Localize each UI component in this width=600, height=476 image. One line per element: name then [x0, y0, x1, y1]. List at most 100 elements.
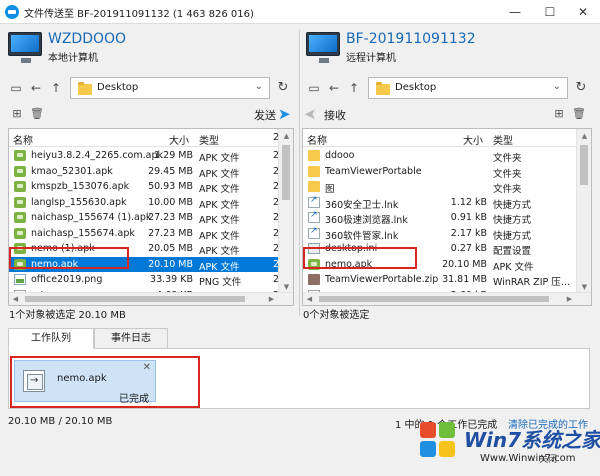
scroll-thumb[interactable]	[282, 145, 290, 200]
trash-icon[interactable]: 🗑	[30, 107, 44, 121]
file-name: langlsp_155630.apk	[31, 196, 127, 208]
up-arrow-icon[interactable]: ↑	[48, 79, 64, 97]
img-file-icon	[14, 274, 26, 285]
table-row[interactable]: kmao_52301.apk 29.45 MB APK 文件 2	[9, 164, 293, 180]
back-arrow-icon[interactable]: ←	[326, 79, 342, 97]
file-name: TeamViewerPortable	[325, 165, 422, 177]
file-name: office2019.png	[31, 274, 103, 285]
trash-icon[interactable]: 🗑	[572, 107, 586, 121]
table-row[interactable]: TeamViewerPortable 文件夹	[303, 164, 591, 180]
table-row[interactable]: desktop.ini 0.27 kB 配置设置	[303, 241, 591, 257]
receive-button[interactable]: 接收	[324, 107, 346, 123]
file-type: WinRAR ZIP 压…	[493, 277, 571, 288]
folder-file-icon	[308, 181, 320, 192]
file-name: kmao_52301.apk	[31, 165, 113, 177]
file-size: 1.29 MB	[154, 150, 193, 161]
scroll-up-icon[interactable]: ▲	[577, 129, 591, 143]
job-file-name: nemo.apk	[57, 373, 107, 384]
scroll-left-icon[interactable]: ◀	[9, 293, 22, 305]
file-size: 0.91 kB	[450, 212, 487, 223]
remote-file-list[interactable]: 名称 大小 类型 ddooo 文件夹 TeamViewerPortable 文件夹图文…	[302, 128, 592, 306]
file-name: ddooo	[325, 150, 355, 161]
scroll-left-icon[interactable]: ◀	[303, 293, 316, 305]
table-row[interactable]: heiyu3.8.2.4_2265.com.apk 1.29 MB APK 文件 2	[9, 148, 293, 164]
send-button[interactable]: 发送	[254, 107, 276, 123]
tab-work-queue[interactable]: 工作队列	[8, 328, 94, 349]
column-size[interactable]: 大小	[463, 132, 483, 147]
scroll-right-icon[interactable]: ▶	[265, 293, 278, 305]
column-name[interactable]: 名称	[13, 132, 33, 147]
table-row[interactable]: kmspzb_153076.apk 50.93 MB APK 文件 2	[9, 179, 293, 195]
computer-nav-icon[interactable]: ▭	[8, 79, 24, 97]
folder-icon	[78, 82, 92, 95]
local-nav-bar: ▭ ← ↑ Desktop ⌄ ↻	[8, 77, 294, 99]
apk-file-icon	[14, 258, 26, 270]
table-row[interactable]: langlsp_155630.apk 10.00 MB APK 文件 2	[9, 195, 293, 211]
scroll-right-icon[interactable]: ▶	[563, 293, 576, 305]
cfg-file-icon	[308, 243, 320, 254]
file-name: kmspzb_153076.apk	[31, 181, 130, 192]
minimize-button[interactable]: —	[498, 0, 532, 24]
file-type: APK 文件	[199, 153, 240, 164]
local-path-box[interactable]: Desktop ⌄	[70, 77, 270, 99]
windows-logo-icon	[420, 422, 458, 460]
local-vertical-scrollbar[interactable]: ▲ ▼	[278, 129, 293, 294]
lnk-file-icon	[308, 226, 320, 239]
remote-path-box[interactable]: Desktop ⌄	[368, 77, 568, 99]
job-status: 已完成	[119, 394, 149, 405]
table-row[interactable]: 360软件管家.lnk 2.17 kB 快捷方式	[303, 226, 591, 242]
file-size: 29.45 MB	[148, 165, 193, 177]
close-icon[interactable]: ✕	[143, 362, 151, 373]
close-window-button[interactable]: ✕	[566, 0, 600, 24]
column-size[interactable]: 大小	[169, 132, 189, 147]
table-row[interactable]: naichasp_155674.apk 27.23 MB APK 文件 2	[9, 226, 293, 242]
refresh-icon[interactable]: ↻	[572, 79, 590, 97]
apk-file-icon	[14, 212, 26, 223]
table-row[interactable]: 360极速浏览器.lnk 0.91 kB 快捷方式	[303, 210, 591, 226]
table-row[interactable]: nemo.apk 20.10 MB APK 文件 2	[9, 256, 293, 273]
table-row[interactable]: TeamViewerPortable.zip 31.81 MB WinRAR ZIP…	[303, 272, 591, 288]
file-size: 0.27 kB	[450, 243, 487, 254]
up-arrow-icon[interactable]: ↑	[346, 79, 362, 97]
local-horizontal-scrollbar[interactable]: ◀ ▶	[9, 292, 293, 305]
table-row[interactable]: nemo (1).apk 20.05 MB APK 文件 2	[9, 241, 293, 257]
table-row[interactable]: nemo.apk 20.10 MB APK 文件	[303, 257, 591, 273]
scroll-thumb[interactable]	[25, 296, 245, 302]
scroll-thumb[interactable]	[319, 296, 549, 302]
table-row[interactable]: naichasp_155674 (1).apk 27.23 MB APK 文件 2	[9, 210, 293, 226]
column-name[interactable]: 名称	[307, 132, 327, 147]
column-type[interactable]: 类型	[199, 132, 219, 147]
back-arrow-icon[interactable]: ←	[28, 79, 44, 97]
local-status: 1个对象被选定 20.10 MB	[9, 310, 126, 321]
local-file-list[interactable]: 名称 大小 类型 2 heiyu3.8.2.4_2265.com.apk 1.29…	[8, 128, 294, 306]
file-size: 20.10 MB	[148, 258, 193, 270]
maximize-button[interactable]: ☐	[533, 0, 567, 24]
file-name: 360安全卫士.lnk	[325, 199, 399, 211]
new-folder-icon[interactable]: ⊞	[552, 107, 566, 121]
refresh-icon[interactable]: ↻	[274, 79, 292, 97]
new-folder-icon[interactable]: ⊞	[10, 107, 24, 121]
remote-horizontal-scrollbar[interactable]: ◀ ▶	[303, 292, 591, 305]
scroll-up-icon[interactable]: ▲	[279, 129, 293, 143]
table-row[interactable]: ddooo 文件夹	[303, 148, 591, 164]
table-row[interactable]: 图 文件夹	[303, 179, 591, 195]
remote-vertical-scrollbar[interactable]: ▲ ▼	[576, 129, 591, 294]
apk-file-icon	[14, 243, 26, 254]
receive-arrow-icon[interactable]: ➤	[304, 105, 317, 123]
tab-event-log[interactable]: 事件日志	[94, 328, 168, 349]
transfer-job-card[interactable]: nemo.apk 已完成 ✕	[14, 360, 156, 405]
column-type[interactable]: 类型	[493, 132, 513, 147]
apk-file-icon	[14, 181, 26, 192]
table-row[interactable]: office2019.png 33.39 KB PNG 文件 2	[9, 272, 293, 288]
close-label[interactable]: 关闭	[539, 452, 557, 465]
computer-icon	[8, 32, 42, 63]
file-size: 1.12 kB	[450, 196, 487, 208]
chevron-down-icon[interactable]: ⌄	[255, 81, 263, 92]
chevron-down-icon[interactable]: ⌄	[553, 81, 561, 92]
computer-nav-icon[interactable]: ▭	[306, 79, 322, 97]
file-type: 快捷方式	[493, 215, 532, 226]
send-arrow-icon[interactable]: ➤	[278, 105, 291, 123]
table-row[interactable]: 360安全卫士.lnk 1.12 kB 快捷方式	[303, 195, 591, 211]
scroll-thumb[interactable]	[580, 145, 588, 185]
remote-path-text: Desktop	[395, 82, 437, 93]
